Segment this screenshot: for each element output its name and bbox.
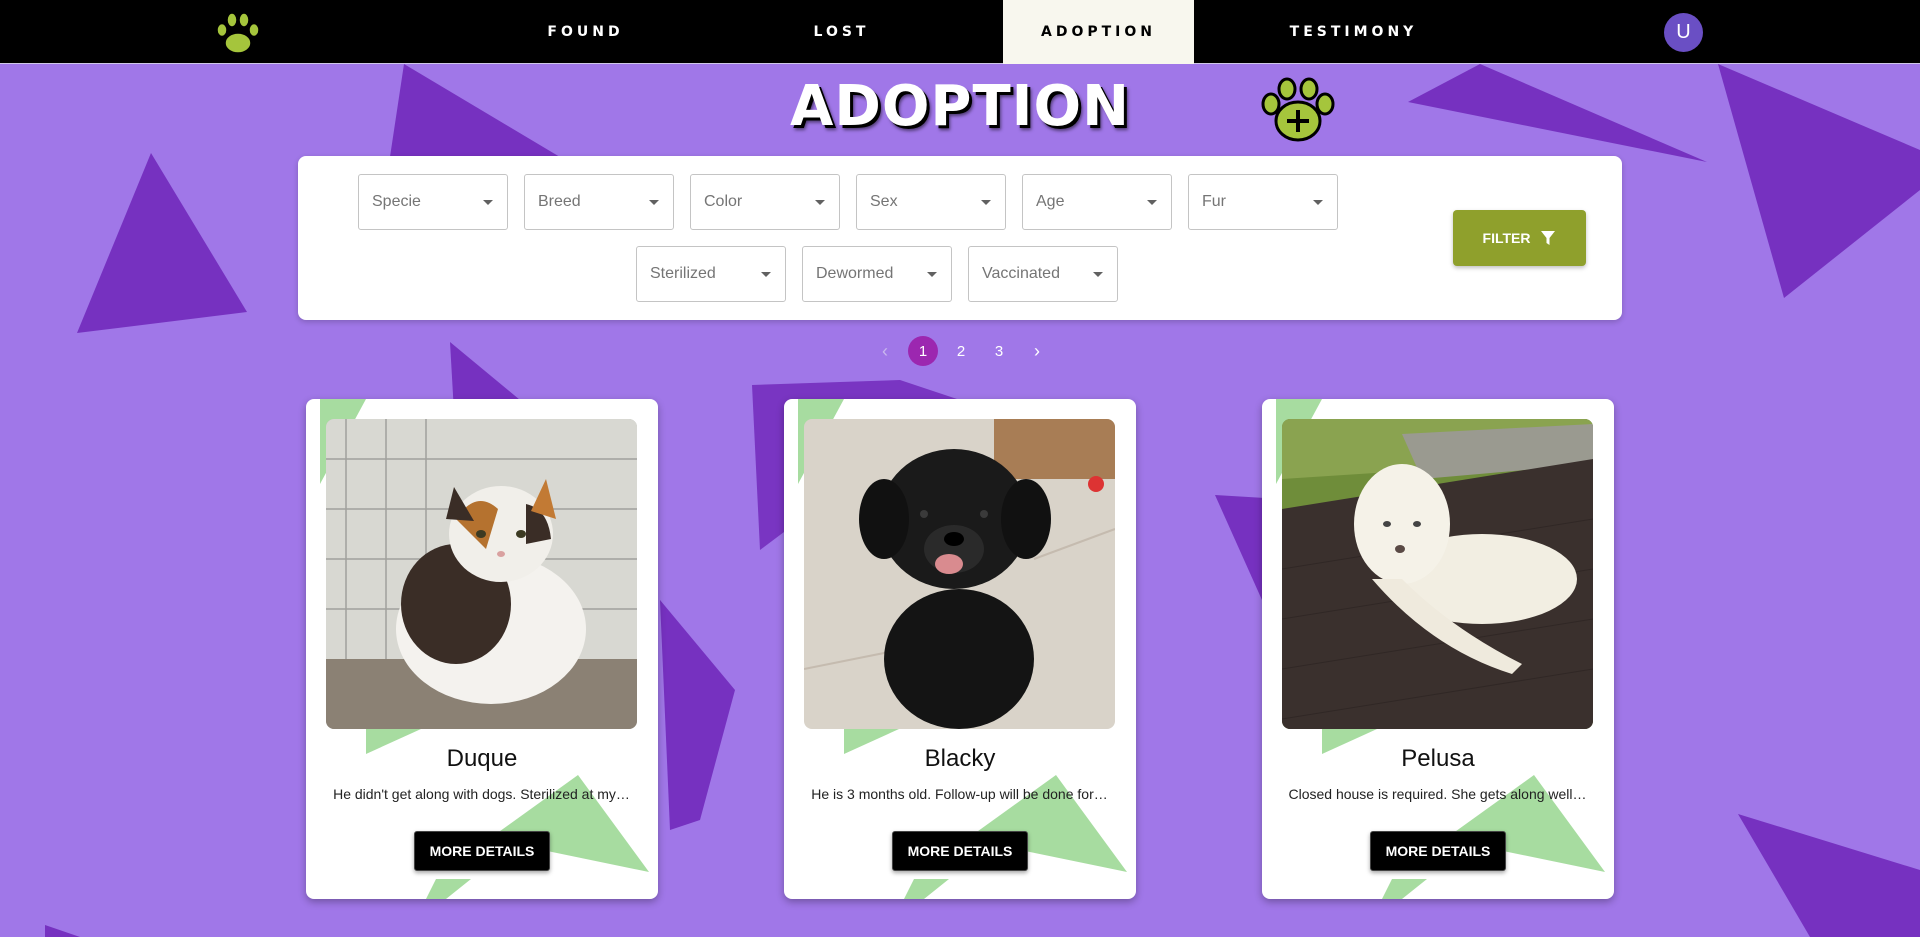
vaccinated-label: Vaccinated: [982, 265, 1060, 282]
color-label: Color: [704, 193, 743, 210]
caret-down-icon: [483, 200, 493, 205]
pet-name: Pelusa: [1401, 745, 1475, 772]
pet-description: He is 3 months old. Follow-up will be do…: [811, 786, 1108, 802]
more-details-button[interactable]: MORE DETAILS: [892, 831, 1028, 871]
dewormed-select[interactable]: Dewormed: [802, 246, 952, 302]
caret-down-icon: [815, 200, 825, 205]
age-label: Age: [1036, 193, 1065, 210]
vaccinated-select[interactable]: Vaccinated: [968, 246, 1118, 302]
pet-card: Blacky He is 3 months old. Follow-up wil…: [784, 399, 1136, 899]
nav-testimony[interactable]: TESTIMONY: [1258, 0, 1449, 64]
specie-label: Specie: [372, 193, 421, 210]
fur-label: Fur: [1202, 193, 1226, 210]
chevron-right-icon[interactable]: ›: [1022, 336, 1052, 366]
more-details-button[interactable]: MORE DETAILS: [414, 831, 550, 871]
breed-select[interactable]: Breed: [524, 174, 674, 230]
breed-label: Breed: [538, 193, 581, 210]
caret-down-icon: [927, 272, 937, 277]
caret-down-icon: [1313, 200, 1323, 205]
pet-name: Duque: [446, 745, 518, 772]
sex-label: Sex: [870, 193, 898, 210]
pet-description: He didn't get along with dogs. Sterilize…: [333, 786, 630, 802]
fur-select[interactable]: Fur: [1188, 174, 1338, 230]
page-3-button[interactable]: 3: [984, 336, 1014, 366]
sterilized-select[interactable]: Sterilized: [636, 246, 786, 302]
nav-found[interactable]: FOUND: [490, 0, 681, 64]
page-title: ADOPTION: [790, 74, 1130, 139]
caret-down-icon: [1093, 272, 1103, 277]
filter-panel: Specie Breed Color Sex Age Fur Sterilize…: [298, 156, 1622, 320]
page-2-button[interactable]: 2: [946, 336, 976, 366]
paw-icon[interactable]: [213, 10, 263, 56]
specie-select[interactable]: Specie: [358, 174, 508, 230]
caret-down-icon: [981, 200, 991, 205]
dewormed-label: Dewormed: [816, 265, 894, 282]
page-1-button[interactable]: 1: [908, 336, 938, 366]
sterilized-label: Sterilized: [650, 265, 716, 282]
age-select[interactable]: Age: [1022, 174, 1172, 230]
user-avatar[interactable]: U: [1664, 13, 1703, 52]
caret-down-icon: [1147, 200, 1157, 205]
pet-name: Blacky: [924, 745, 996, 772]
nav-adoption[interactable]: ADOPTION: [1003, 0, 1194, 64]
pet-card: Duque He didn't get along with dogs. Ste…: [306, 399, 658, 899]
more-details-button[interactable]: MORE DETAILS: [1370, 831, 1506, 871]
color-select[interactable]: Color: [690, 174, 840, 230]
pet-card: Pelusa Closed house is required. She get…: [1262, 399, 1614, 899]
filter-button-label: FILTER: [1482, 230, 1531, 246]
chevron-left-icon[interactable]: ‹: [870, 336, 900, 366]
pet-photo[interactable]: [804, 419, 1115, 729]
pet-photo[interactable]: [1282, 419, 1593, 729]
top-navbar: FOUND LOST ADOPTION TESTIMONY U: [0, 0, 1920, 64]
filter-icon: [1541, 231, 1556, 245]
caret-down-icon: [761, 272, 771, 277]
pet-description: Closed house is required. She gets along…: [1288, 786, 1587, 802]
pet-photo[interactable]: [326, 419, 637, 729]
paw-plus-icon[interactable]: [1260, 77, 1336, 145]
filter-button[interactable]: FILTER: [1453, 210, 1586, 266]
sex-select[interactable]: Sex: [856, 174, 1006, 230]
nav-lost[interactable]: LOST: [746, 0, 937, 64]
caret-down-icon: [649, 200, 659, 205]
